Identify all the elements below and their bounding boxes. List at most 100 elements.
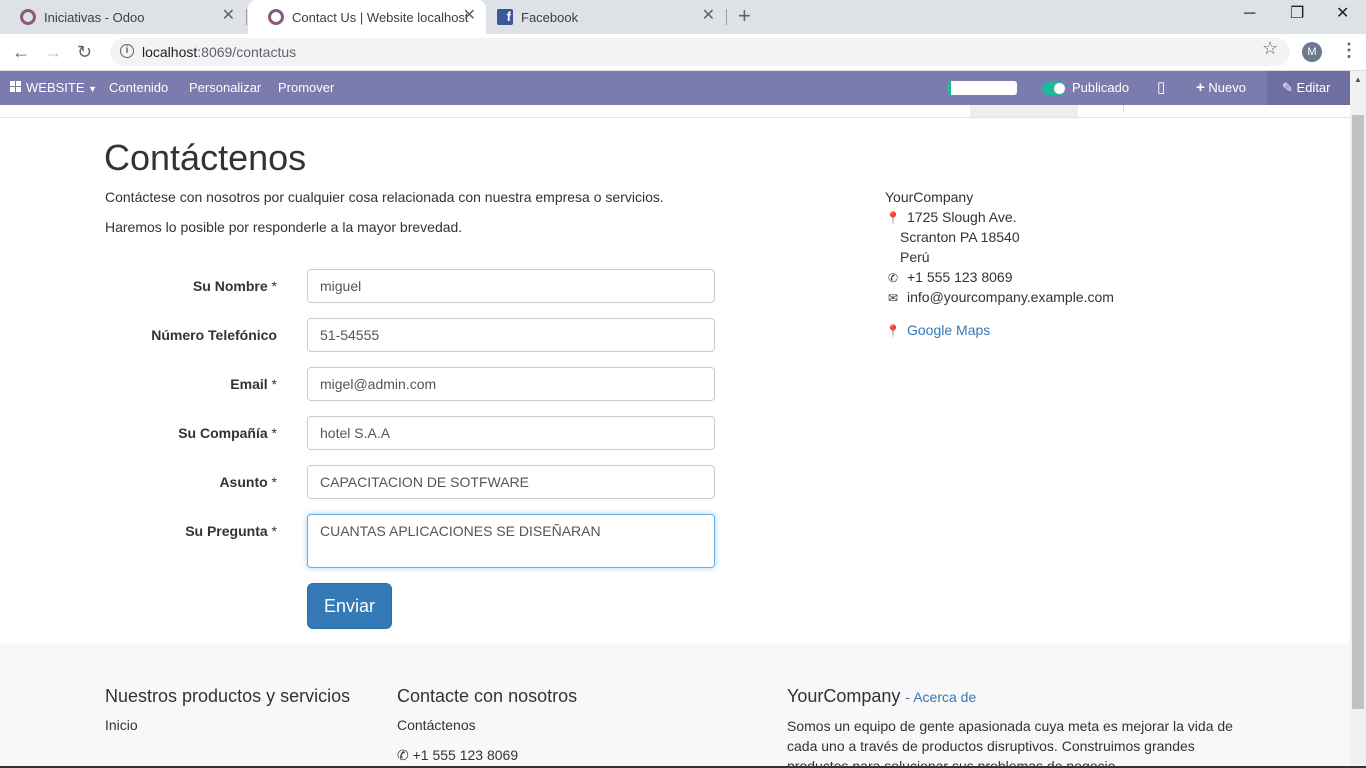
restore-icon[interactable]: ❐ — [1290, 4, 1304, 24]
map-marker-icon: 📍 — [885, 211, 901, 225]
facebook-icon: f — [497, 9, 513, 25]
browser-toolbar: ← → ↻ i localhost:8069/contactus ☆ M ⋮ — [0, 34, 1366, 71]
tab-facebook[interactable]: f Facebook ✕ — [477, 0, 725, 34]
address-city: Scranton PA 18540 — [900, 229, 1020, 245]
email-input[interactable] — [307, 367, 715, 401]
envelope-icon: ✉ — [887, 291, 899, 305]
tab-iniciativas[interactable]: Iniciativas - Odoo ✕ — [0, 0, 245, 34]
publish-toggle[interactable] — [1042, 82, 1066, 95]
address-bar[interactable]: i localhost:8069/contactus — [110, 38, 1290, 66]
reload-icon[interactable]: ↻ — [77, 42, 92, 62]
footer: Nuestros productos y servicios Inicio Co… — [0, 644, 1350, 768]
name-label-text: Su Nombre — [192, 278, 268, 294]
page-scrollbar[interactable]: ▲ — [1350, 71, 1366, 768]
company-label-text: Su Compañía — [178, 425, 268, 441]
mobile-preview-icon[interactable]: ▯ — [1157, 71, 1165, 105]
about-link[interactable]: - Acerca de — [905, 689, 976, 705]
question-label-text: Su Pregunta — [185, 523, 268, 539]
google-maps-link[interactable]: Google Maps — [907, 322, 990, 338]
home-link[interactable]: Inicio — [105, 717, 138, 733]
phone-input[interactable] — [307, 318, 715, 352]
tab-contact-us[interactable]: Contact Us | Website localhost ✕ — [248, 0, 486, 34]
company-name: YourCompany — [885, 189, 974, 205]
close-icon[interactable]: ✕ — [702, 8, 715, 24]
close-icon[interactable]: ✕ — [222, 8, 235, 24]
street-text: 1725 Slough Ave. — [907, 209, 1017, 225]
new-label: Nuevo — [1208, 80, 1246, 95]
required-mark: * — [271, 376, 277, 392]
published-label[interactable]: Publicado — [1072, 71, 1129, 105]
required-mark: * — [271, 474, 277, 490]
contact-link[interactable]: Contáctenos — [397, 717, 476, 733]
minimize-icon[interactable]: ─ — [1244, 4, 1255, 24]
odoo-icon — [268, 9, 284, 25]
scroll-up-arrow-icon[interactable]: ▲ — [1354, 75, 1362, 84]
intro-text: Contáctese con nosotros por cualquier co… — [105, 189, 664, 205]
promote-menu[interactable]: Promover — [278, 71, 334, 105]
email-text: info@yourcompany.example.com — [907, 289, 1114, 305]
website-menu-label: WEBSITE — [26, 80, 85, 95]
edit-button[interactable]: ✎ Editar — [1267, 71, 1350, 105]
google-maps-row: 📍 Google Maps — [885, 322, 991, 338]
contact-heading: Contacte con nosotros — [397, 686, 578, 706]
back-arrow-icon[interactable]: ← — [12, 42, 30, 62]
page-progress-bar — [947, 81, 1017, 95]
new-tab-button[interactable]: + — [738, 5, 751, 27]
phone-text: +1 555 123 8069 — [907, 269, 1013, 285]
submit-button[interactable]: Enviar — [307, 583, 392, 629]
phone-icon: ✆ — [397, 747, 409, 763]
required-mark: * — [271, 278, 277, 294]
menu-active-item[interactable] — [970, 105, 1078, 117]
website-menu-button[interactable]: WEBSITE ▼ — [10, 71, 97, 105]
required-mark: * — [271, 523, 277, 539]
address-street: 📍 1725 Slough Ave. — [885, 209, 1017, 225]
name-label: Su Nombre * — [105, 278, 277, 294]
required-mark: * — [271, 425, 277, 441]
edit-label: Editar — [1296, 80, 1331, 95]
subject-input[interactable] — [307, 465, 715, 499]
name-input[interactable] — [307, 269, 715, 303]
tab-divider — [726, 9, 727, 25]
header-divider — [0, 117, 1350, 118]
page-title: Contáctenos — [104, 137, 307, 178]
url-host: localhost — [142, 44, 198, 60]
caret-down-icon: ▼ — [88, 84, 98, 94]
odoo-website-bar: WEBSITE ▼ Contenido Personalizar Promove… — [0, 71, 1350, 105]
subject-label-text: Asunto — [219, 474, 268, 490]
browser-tab-strip: Iniciativas - Odoo ✕ Contact Us | Websit… — [0, 0, 1366, 34]
new-button[interactable]: + Nuevo — [1196, 71, 1246, 105]
tab-title: Contact Us | Website localhost — [292, 9, 469, 25]
customize-menu[interactable]: Personalizar — [189, 71, 261, 105]
profile-avatar[interactable]: M — [1302, 42, 1322, 62]
about-heading: YourCompany - Acerca de — [787, 686, 976, 707]
apps-grid-icon — [10, 81, 22, 93]
address-country: Perú — [900, 249, 930, 265]
forward-arrow-icon[interactable]: → — [44, 42, 62, 62]
products-heading: Nuestros productos y servicios — [105, 686, 351, 706]
subject-label: Asunto * — [105, 474, 277, 490]
close-icon[interactable]: ✕ — [463, 8, 476, 24]
map-marker-icon: 📍 — [885, 324, 901, 338]
window-close-icon[interactable]: ✕ — [1336, 4, 1349, 24]
info-icon[interactable]: i — [120, 44, 134, 58]
tab-divider — [246, 9, 247, 25]
url-path: :8069/contactus — [197, 44, 297, 60]
email-label-text: Email — [230, 376, 268, 392]
browser-menu-icon[interactable]: ⋮ — [1340, 40, 1358, 61]
about-text: Somos un equipo de gente apasionada cuya… — [787, 718, 1233, 768]
question-textarea[interactable]: CUANTAS APLICACIONES SE DISEÑARAN — [307, 514, 715, 568]
company-input[interactable] — [307, 416, 715, 450]
tab-title: Facebook — [521, 9, 579, 25]
company-phone: ✆ +1 555 123 8069 — [885, 269, 1013, 285]
url-text[interactable]: localhost:8069/contactus — [142, 44, 296, 60]
company-label: Su Compañía * — [105, 425, 277, 441]
content-menu[interactable]: Contenido — [109, 71, 168, 105]
bookmark-star-icon[interactable]: ☆ — [1262, 38, 1278, 59]
menu-divider — [1123, 105, 1124, 112]
phone-icon: ✆ — [887, 271, 899, 285]
scrollbar-thumb[interactable] — [1352, 115, 1364, 709]
footer-phone-text: +1 555 123 8069 — [412, 747, 519, 763]
phone-label: Número Telefónico — [151, 327, 277, 343]
odoo-icon — [20, 9, 36, 25]
tab-title: Iniciativas - Odoo — [44, 9, 145, 25]
